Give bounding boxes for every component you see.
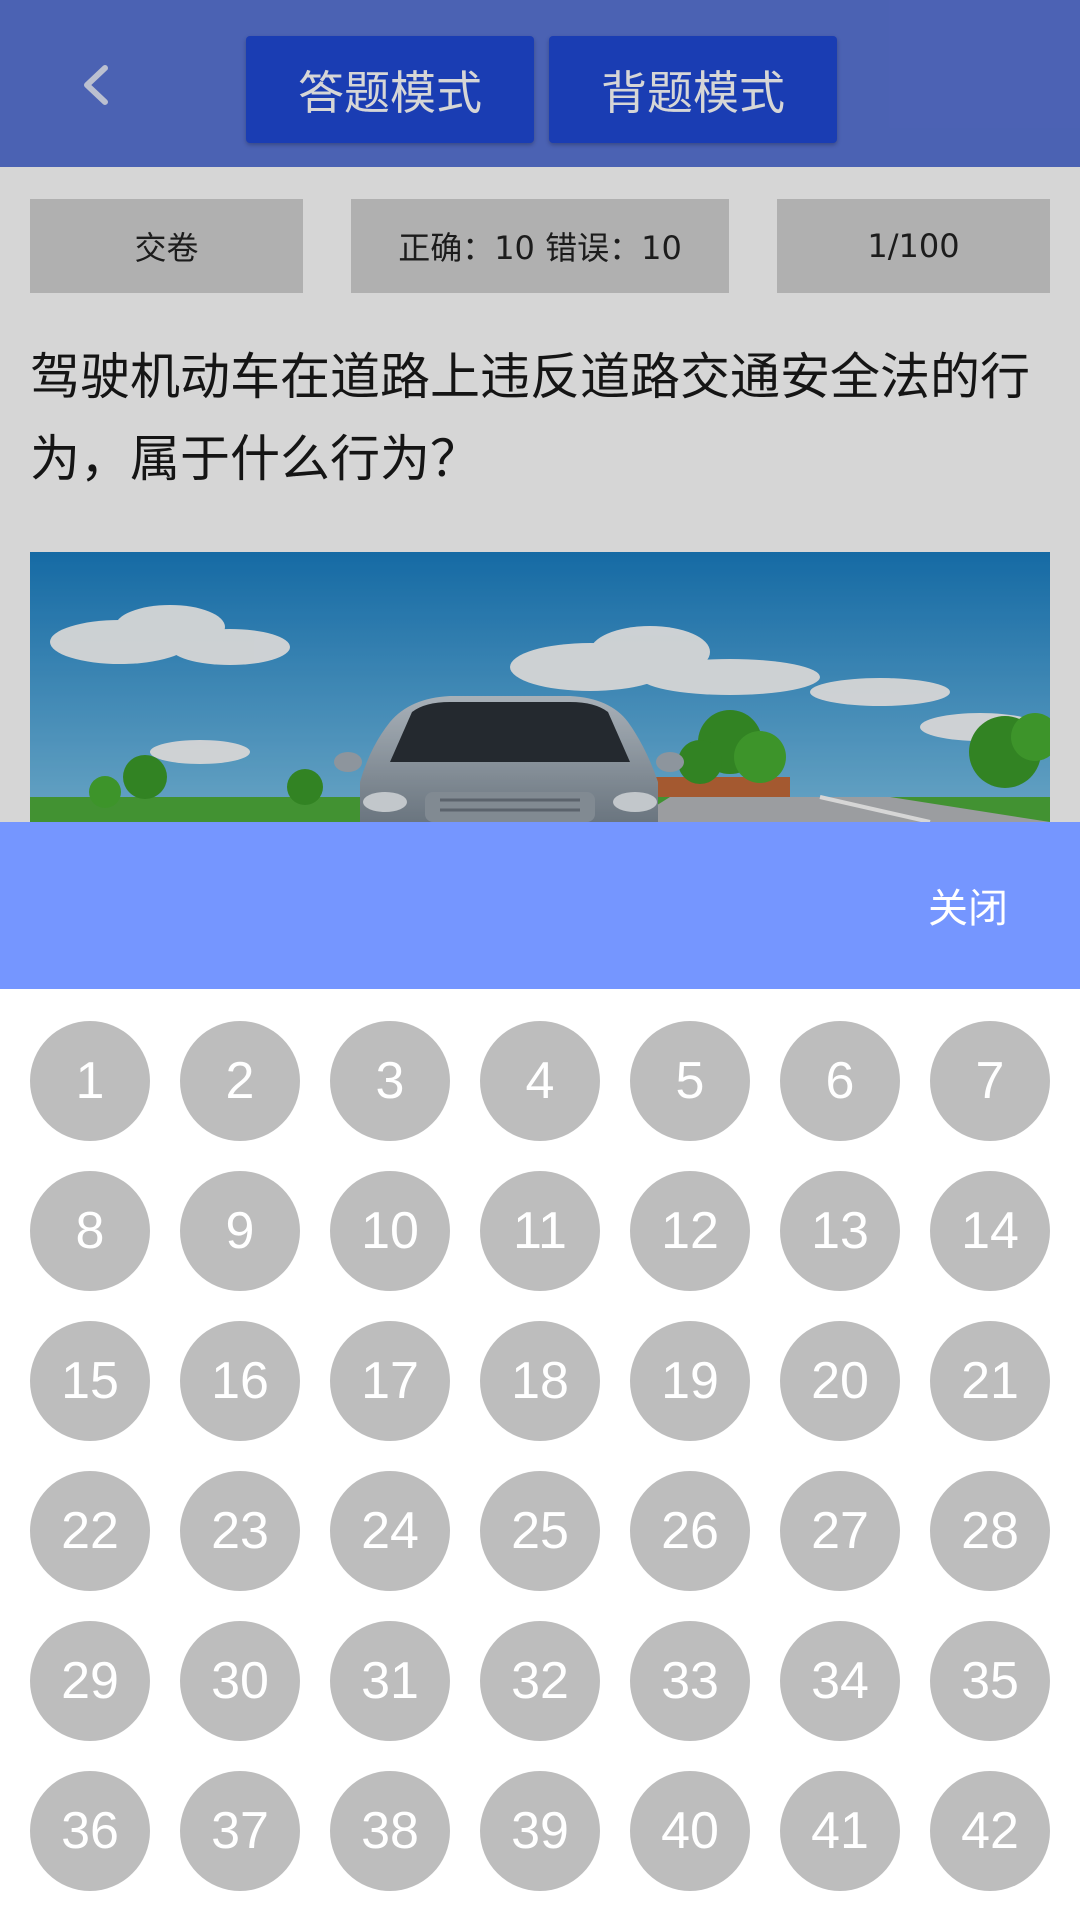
question-number-button[interactable]: 32	[480, 1621, 600, 1741]
question-number-button[interactable]: 41	[780, 1771, 900, 1891]
question-number-button[interactable]: 10	[330, 1171, 450, 1291]
question-number-button[interactable]: 22	[30, 1471, 150, 1591]
question-number-button[interactable]: 33	[630, 1621, 750, 1741]
question-number-button[interactable]: 36	[30, 1771, 150, 1891]
modal-backdrop[interactable]	[0, 0, 1080, 822]
question-number-button[interactable]: 25	[480, 1471, 600, 1591]
question-number-button[interactable]: 39	[480, 1771, 600, 1891]
question-number-button[interactable]: 13	[780, 1171, 900, 1291]
question-number-button[interactable]: 18	[480, 1321, 600, 1441]
question-number-button[interactable]: 19	[630, 1321, 750, 1441]
question-number-grid: 1 2 3 4 5 6 7 8 9 10 11 12 13 14 15 16 17 18 19 20 21 22 23 24 2…	[30, 1021, 1050, 1891]
question-number-button[interactable]: 42	[930, 1771, 1050, 1891]
question-number-button[interactable]: 15	[30, 1321, 150, 1441]
question-number-button[interactable]: 35	[930, 1621, 1050, 1741]
question-number-button[interactable]: 34	[780, 1621, 900, 1741]
question-number-button[interactable]: 23	[180, 1471, 300, 1591]
question-number-button[interactable]: 9	[180, 1171, 300, 1291]
question-number-button[interactable]: 37	[180, 1771, 300, 1891]
answer-sheet: 1 2 3 4 5 6 7 8 9 10 11 12 13 14 15 16 17 18 19 20 21 22 23 24 2…	[0, 989, 1080, 1920]
question-number-button[interactable]: 11	[480, 1171, 600, 1291]
question-number-button[interactable]: 3	[330, 1021, 450, 1141]
question-number-button[interactable]: 16	[180, 1321, 300, 1441]
question-number-button[interactable]: 38	[330, 1771, 450, 1891]
question-number-button[interactable]: 6	[780, 1021, 900, 1141]
close-button[interactable]: 关闭	[928, 876, 1008, 934]
question-number-button[interactable]: 12	[630, 1171, 750, 1291]
question-number-button[interactable]: 24	[330, 1471, 450, 1591]
question-number-button[interactable]: 26	[630, 1471, 750, 1591]
question-number-button[interactable]: 14	[930, 1171, 1050, 1291]
question-number-button[interactable]: 27	[780, 1471, 900, 1591]
question-number-button[interactable]: 28	[930, 1471, 1050, 1591]
question-number-button[interactable]: 2	[180, 1021, 300, 1141]
question-number-button[interactable]: 21	[930, 1321, 1050, 1441]
question-number-button[interactable]: 7	[930, 1021, 1050, 1141]
question-number-button[interactable]: 30	[180, 1621, 300, 1741]
question-number-button[interactable]: 1	[30, 1021, 150, 1141]
question-number-button[interactable]: 8	[30, 1171, 150, 1291]
question-number-button[interactable]: 20	[780, 1321, 900, 1441]
answer-sheet-header: 关闭	[0, 822, 1080, 989]
question-number-button[interactable]: 4	[480, 1021, 600, 1141]
question-number-button[interactable]: 17	[330, 1321, 450, 1441]
question-number-button[interactable]: 29	[30, 1621, 150, 1741]
question-number-button[interactable]: 5	[630, 1021, 750, 1141]
question-number-button[interactable]: 40	[630, 1771, 750, 1891]
question-number-button[interactable]: 31	[330, 1621, 450, 1741]
